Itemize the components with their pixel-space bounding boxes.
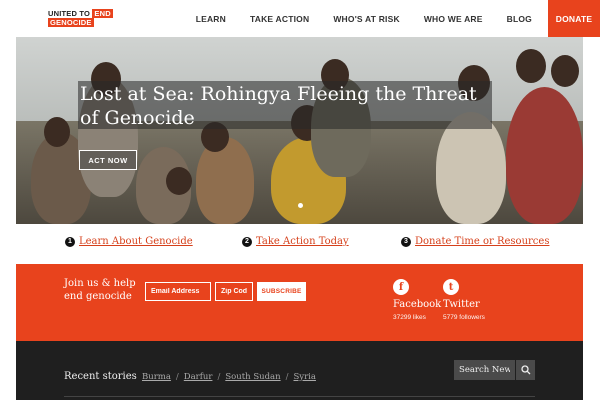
learn-about-genocide-link[interactable]: Learn About Genocide bbox=[79, 236, 193, 247]
recent-stories-label: Recent stories bbox=[64, 371, 137, 382]
hero-banner: Lost at Sea: Rohingya Fleeing the Threat… bbox=[16, 37, 583, 224]
logo-line-2: GENOCIDE bbox=[48, 18, 100, 27]
search-news-input[interactable] bbox=[454, 360, 515, 380]
step-learn[interactable]: 1 Learn About Genocide bbox=[65, 236, 193, 247]
tag-syria[interactable]: Syria bbox=[293, 372, 315, 382]
twitter-block[interactable]: t Twitter 5779 followers bbox=[443, 279, 503, 321]
twitter-icon[interactable]: t bbox=[443, 279, 459, 295]
site-logo[interactable]: UNITED TO END GENOCIDE bbox=[48, 9, 113, 29]
recent-stories-footer: Recent stories Burma / Darfur / South Su… bbox=[16, 341, 583, 400]
donate-time-or-resources-link[interactable]: Donate Time or Resources bbox=[415, 236, 549, 247]
logo-line-1: UNITED TO END bbox=[48, 9, 113, 18]
step-donate[interactable]: 3 Donate Time or Resources bbox=[401, 236, 549, 247]
tag-separator: / bbox=[217, 372, 221, 382]
subscribe-button[interactable]: SUBSCRIBE bbox=[257, 282, 306, 301]
join-us-text: Join us & help end genocide bbox=[64, 278, 136, 302]
hero-photo-figure-head bbox=[551, 55, 579, 87]
donate-button[interactable]: DONATE bbox=[548, 0, 600, 37]
carousel-dot[interactable] bbox=[298, 203, 303, 208]
logo-text-united-to: UNITED TO bbox=[48, 9, 91, 18]
hero-photo-figure bbox=[196, 137, 254, 224]
hero-photo-figure-head bbox=[516, 49, 546, 83]
take-action-today-link[interactable]: Take Action Today bbox=[256, 236, 349, 247]
footer-divider bbox=[64, 396, 535, 397]
story-tags: Burma / Darfur / South Sudan / Syria bbox=[142, 372, 316, 382]
email-field[interactable] bbox=[145, 282, 211, 301]
step-number-badge: 3 bbox=[401, 236, 411, 247]
hero-photo-figure-head bbox=[166, 167, 192, 195]
newsletter-signup-band: Join us & help end genocide SUBSCRIBE f … bbox=[16, 264, 583, 341]
nav-blog[interactable]: BLOG bbox=[495, 0, 544, 37]
tag-separator: / bbox=[285, 372, 289, 382]
hero-title[interactable]: Lost at Sea: Rohingya Fleeing the Threat… bbox=[80, 82, 500, 130]
tag-darfur[interactable]: Darfur bbox=[184, 372, 213, 382]
zip-code-field[interactable] bbox=[215, 282, 253, 301]
hero-photo-figure-head bbox=[44, 117, 70, 147]
act-now-button[interactable]: ACT NOW bbox=[79, 150, 137, 170]
search-icon bbox=[520, 365, 530, 375]
nav-learn[interactable]: LEARN bbox=[184, 0, 238, 37]
logo-text-genocide: GENOCIDE bbox=[48, 18, 94, 27]
nav-who-we-are[interactable]: WHO WE ARE bbox=[412, 0, 495, 37]
tag-burma[interactable]: Burma bbox=[142, 372, 171, 382]
nav-take-action[interactable]: TAKE ACTION bbox=[238, 0, 321, 37]
twitter-link[interactable]: Twitter bbox=[443, 299, 503, 310]
action-steps: 1 Learn About Genocide 2 Take Action Tod… bbox=[0, 236, 600, 252]
search-button[interactable] bbox=[516, 360, 535, 380]
tag-south-sudan[interactable]: South Sudan bbox=[225, 372, 280, 382]
twitter-followers-count: 5779 followers bbox=[443, 314, 485, 321]
step-take-action[interactable]: 2 Take Action Today bbox=[242, 236, 349, 247]
step-number-badge: 2 bbox=[242, 236, 252, 247]
tag-separator: / bbox=[175, 372, 179, 382]
step-number-badge: 1 bbox=[65, 236, 75, 247]
top-navigation-bar: UNITED TO END GENOCIDE LEARN TAKE ACTION… bbox=[0, 0, 600, 37]
logo-text-end: END bbox=[92, 9, 113, 18]
nav-whos-at-risk[interactable]: WHO'S AT RISK bbox=[321, 0, 411, 37]
main-nav: LEARN TAKE ACTION WHO'S AT RISK WHO WE A… bbox=[184, 0, 600, 37]
facebook-icon[interactable]: f bbox=[393, 279, 409, 295]
hero-photo-figure bbox=[506, 87, 583, 224]
